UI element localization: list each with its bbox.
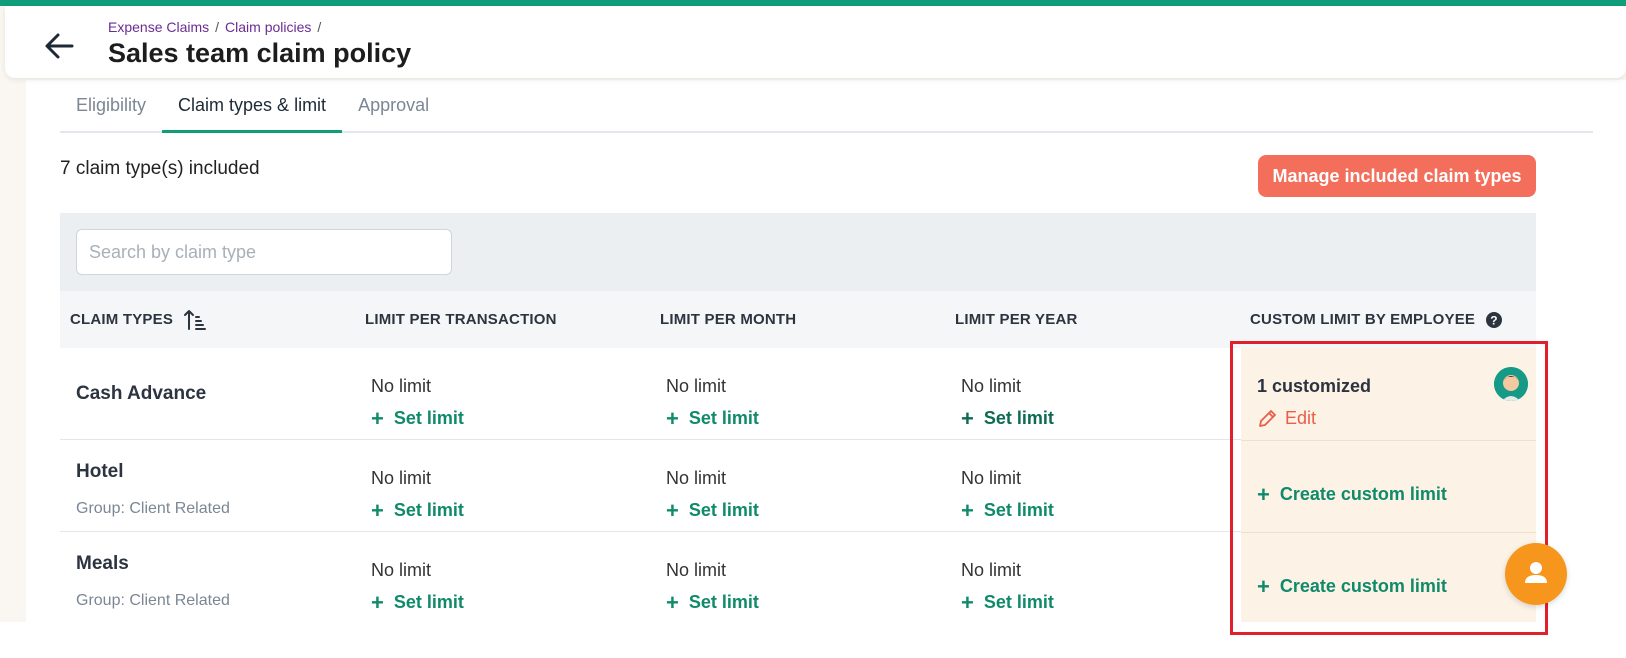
set-limit-month-button[interactable]: + Set limit <box>666 405 759 431</box>
set-limit-label: Set limit <box>688 500 759 520</box>
chat-user-icon <box>1525 562 1547 583</box>
no-limit-text: No limit <box>666 376 727 396</box>
set-limit-year-button[interactable]: + Set limit <box>961 589 1054 615</box>
pencil-icon <box>1259 409 1276 427</box>
tab-approval[interactable]: Approval <box>342 86 445 133</box>
customized-count: 1 customized <box>1257 376 1372 396</box>
plus-icon: + <box>371 497 384 523</box>
claim-type-group: Group: Client Related <box>76 592 230 609</box>
breadcrumb: Expense Claims / Claim policies / <box>108 19 321 35</box>
edit-custom-limit-button[interactable]: Edit <box>1257 408 1316 429</box>
set-limit-month-button[interactable]: + Set limit <box>666 589 759 615</box>
set-limit-year-button[interactable]: + Set limit <box>961 405 1054 431</box>
set-limit-label: Set limit <box>393 408 464 428</box>
set-limit-transaction-button[interactable]: + Set limit <box>371 405 464 431</box>
no-limit-text: No limit <box>961 560 1022 580</box>
plus-icon: + <box>1257 481 1270 507</box>
table-header: CLAIM TYPES LIMIT PER TRANSACTION LIMIT … <box>60 291 1536 348</box>
claim-type-name: Cash Advance <box>76 383 207 404</box>
back-arrow-icon <box>45 33 74 59</box>
set-limit-label: Set limit <box>983 500 1054 520</box>
header-custom-limit: CUSTOM LIMIT BY EMPLOYEE ? <box>1250 291 1503 348</box>
set-limit-label: Set limit <box>393 500 464 520</box>
page-bottom <box>0 622 1626 658</box>
breadcrumb-claim-policies[interactable]: Claim policies <box>225 19 311 35</box>
no-limit-text: No limit <box>666 468 727 488</box>
create-custom-limit-button[interactable]: + Create custom limit <box>1257 573 1447 599</box>
tab-claim-types-limit[interactable]: Claim types & limit <box>162 86 343 133</box>
set-limit-label: Set limit <box>688 408 759 428</box>
no-limit-text: No limit <box>961 468 1022 488</box>
help-icon[interactable]: ? <box>1485 311 1503 329</box>
breadcrumb-expense-claims[interactable]: Expense Claims <box>108 19 209 35</box>
left-margin <box>0 80 26 658</box>
chat-button[interactable] <box>1505 543 1567 605</box>
plus-icon: + <box>371 405 384 431</box>
no-limit-text: No limit <box>371 376 432 396</box>
plus-icon: + <box>666 405 679 431</box>
set-limit-label: Set limit <box>983 592 1054 612</box>
no-limit-text: No limit <box>666 560 727 580</box>
set-limit-transaction-button[interactable]: + Set limit <box>371 497 464 523</box>
no-limit-text: No limit <box>371 560 432 580</box>
set-limit-year-button[interactable]: + Set limit <box>961 497 1054 523</box>
sort-ascending-icon[interactable] <box>183 308 207 332</box>
plus-icon: + <box>666 589 679 615</box>
page-title: Sales team claim policy <box>108 38 412 68</box>
back-button[interactable] <box>39 28 79 64</box>
header-claim-types[interactable]: CLAIM TYPES <box>70 291 207 348</box>
page-header: Expense Claims / Claim policies / Sales … <box>5 6 1626 78</box>
no-limit-text: No limit <box>961 376 1022 396</box>
header-claim-types-label: CLAIM TYPES <box>70 311 174 328</box>
tab-eligibility[interactable]: Eligibility <box>60 86 162 133</box>
create-custom-limit-button[interactable]: + Create custom limit <box>1257 481 1447 507</box>
custom-limit-cell: + Create custom limit <box>1241 440 1536 532</box>
header-limit-per-transaction: LIMIT PER TRANSACTION <box>365 311 557 328</box>
header-custom-limit-label: CUSTOM LIMIT BY EMPLOYEE <box>1250 311 1476 328</box>
manage-claim-types-button[interactable]: Manage included claim types <box>1258 155 1536 197</box>
claim-type-name: Hotel <box>76 461 124 482</box>
svg-text:?: ? <box>1490 313 1498 327</box>
plus-icon: + <box>666 497 679 523</box>
set-limit-label: Set limit <box>688 592 759 612</box>
plus-icon: + <box>961 497 974 523</box>
breadcrumb-separator: / <box>215 19 220 35</box>
plus-icon: + <box>1257 573 1270 599</box>
claim-type-count: 7 claim type(s) included <box>60 158 260 179</box>
edit-label: Edit <box>1285 408 1317 428</box>
claim-type-group: Group: Client Related <box>76 500 230 517</box>
header-limit-per-year: LIMIT PER YEAR <box>955 311 1078 328</box>
create-custom-limit-label: Create custom limit <box>1279 484 1447 504</box>
search-bar-area <box>60 213 1536 291</box>
create-custom-limit-label: Create custom limit <box>1279 576 1447 596</box>
avatar[interactable] <box>1494 367 1528 401</box>
set-limit-transaction-button[interactable]: + Set limit <box>371 589 464 615</box>
header-limit-per-month: LIMIT PER MONTH <box>660 311 797 328</box>
tab-bar: Eligibility Claim types & limit Approval <box>60 86 1593 133</box>
plus-icon: + <box>961 589 974 615</box>
plus-icon: + <box>961 405 974 431</box>
set-limit-label: Set limit <box>983 408 1054 428</box>
claim-type-name: Meals <box>76 553 129 574</box>
no-limit-text: No limit <box>371 468 432 488</box>
set-limit-label: Set limit <box>393 592 464 612</box>
plus-icon: + <box>371 589 384 615</box>
search-input[interactable] <box>76 229 452 275</box>
custom-limit-cell: + Create custom limit <box>1241 532 1536 624</box>
avatar-face-icon <box>1494 367 1528 401</box>
set-limit-month-button[interactable]: + Set limit <box>666 497 759 523</box>
custom-limit-cell: 1 customized Edit <box>1241 348 1536 440</box>
breadcrumb-separator: / <box>317 19 322 35</box>
